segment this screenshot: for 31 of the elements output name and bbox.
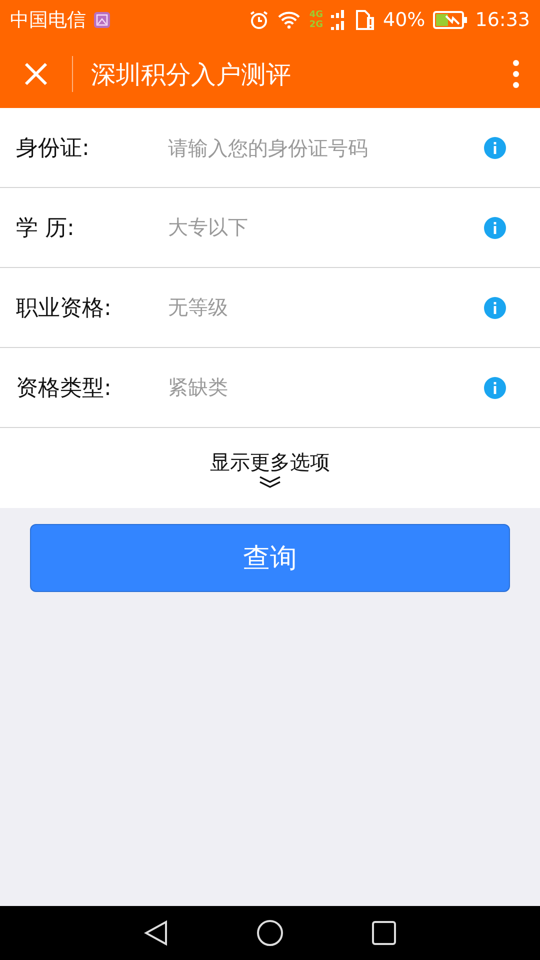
page-title: 深圳积分入户测评 (91, 58, 292, 90)
field-label: 身份证: (16, 134, 90, 162)
id-number-input[interactable]: 请输入您的身份证号码 (168, 136, 484, 160)
select-field[interactable]: 大专以下 (168, 214, 484, 241)
battery-charging-icon (433, 11, 468, 29)
gallery-icon (94, 12, 110, 28)
network-type: 4G (309, 10, 323, 20)
field-label: 学 历: (16, 214, 76, 242)
alarm-icon (249, 10, 270, 30)
info-icon[interactable] (484, 216, 506, 238)
wifi-icon (277, 11, 302, 29)
select-field[interactable]: 无等级 (168, 294, 484, 321)
close-icon (24, 62, 48, 86)
menu-icon (513, 60, 519, 88)
info-icon[interactable] (484, 376, 506, 398)
back-icon (144, 920, 168, 946)
field-label: 职业资格: (16, 294, 112, 322)
clock-time: 16:33 (475, 9, 530, 31)
home-icon (256, 919, 284, 947)
recents-icon (372, 921, 396, 945)
query-button[interactable]: 查询 (30, 524, 510, 592)
select-field[interactable]: 紧缺类 (168, 374, 484, 401)
info-icon[interactable] (484, 136, 506, 158)
network-type: 2G (309, 20, 323, 30)
signal-icon (331, 10, 347, 30)
chevron-icon (259, 476, 281, 488)
battery-percent: 40% (383, 9, 426, 31)
field-label: 资格类型: (16, 374, 112, 402)
carrier-name: 中国电信 (10, 8, 86, 33)
sim-card-icon (355, 9, 375, 31)
info-icon[interactable] (484, 296, 506, 318)
